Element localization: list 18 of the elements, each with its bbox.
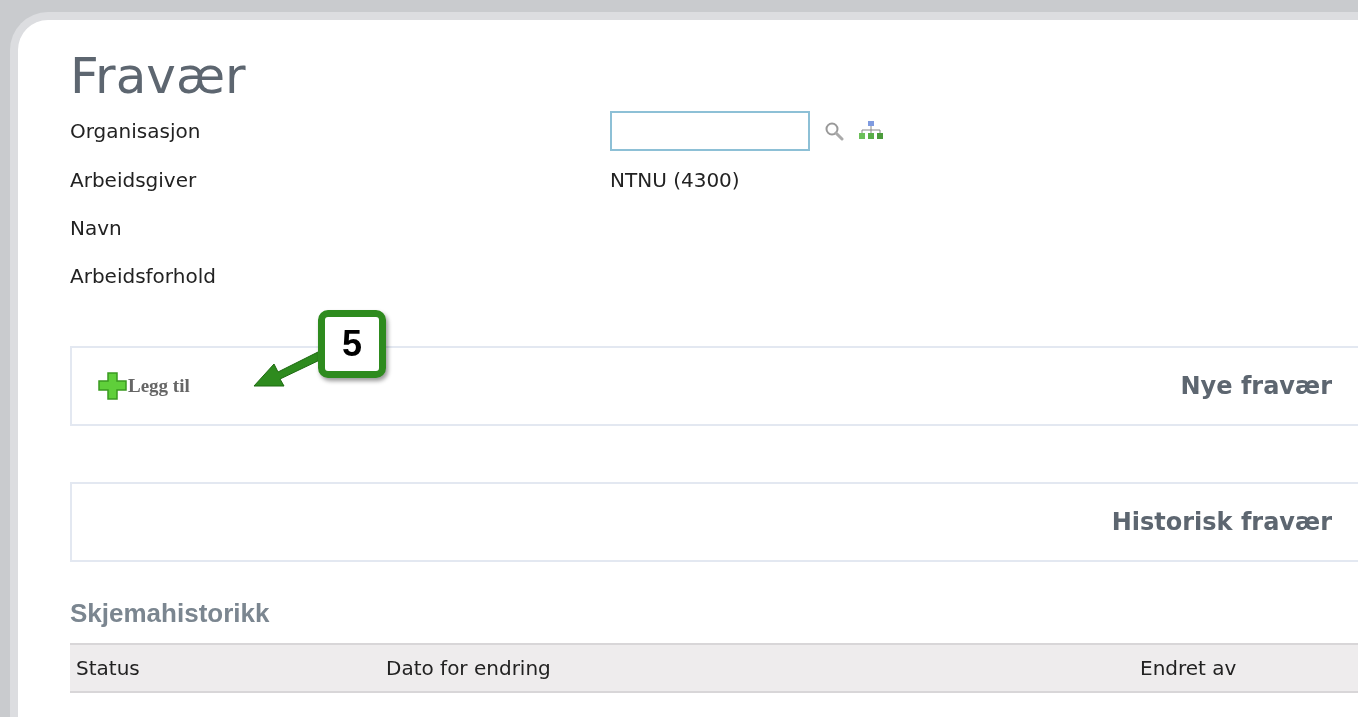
hierarchy-icon[interactable] — [858, 120, 884, 142]
field-label: Arbeidsforhold — [70, 264, 217, 288]
page-title: Fravær — [70, 48, 247, 104]
add-button[interactable]: Legg til — [98, 372, 190, 400]
step-badge: 5 — [318, 310, 386, 378]
section-heading: Skjemahistorikk — [70, 598, 271, 629]
field-label: Navn — [70, 216, 123, 240]
plus-icon — [98, 372, 128, 400]
field-label: Arbeidsgiver — [70, 168, 198, 192]
column-header: Status — [76, 656, 140, 680]
field-value: NTNU (4300) — [610, 168, 740, 192]
section-title: Nye fravær — [1180, 372, 1332, 400]
search-icon[interactable] — [824, 121, 844, 141]
section-title: Historisk fravær — [1111, 508, 1332, 536]
organisation-field[interactable] — [610, 111, 810, 151]
field-label: Organisasjon — [70, 119, 202, 143]
column-header: Endret av — [1140, 656, 1237, 680]
column-header: Dato for endring — [386, 656, 551, 680]
